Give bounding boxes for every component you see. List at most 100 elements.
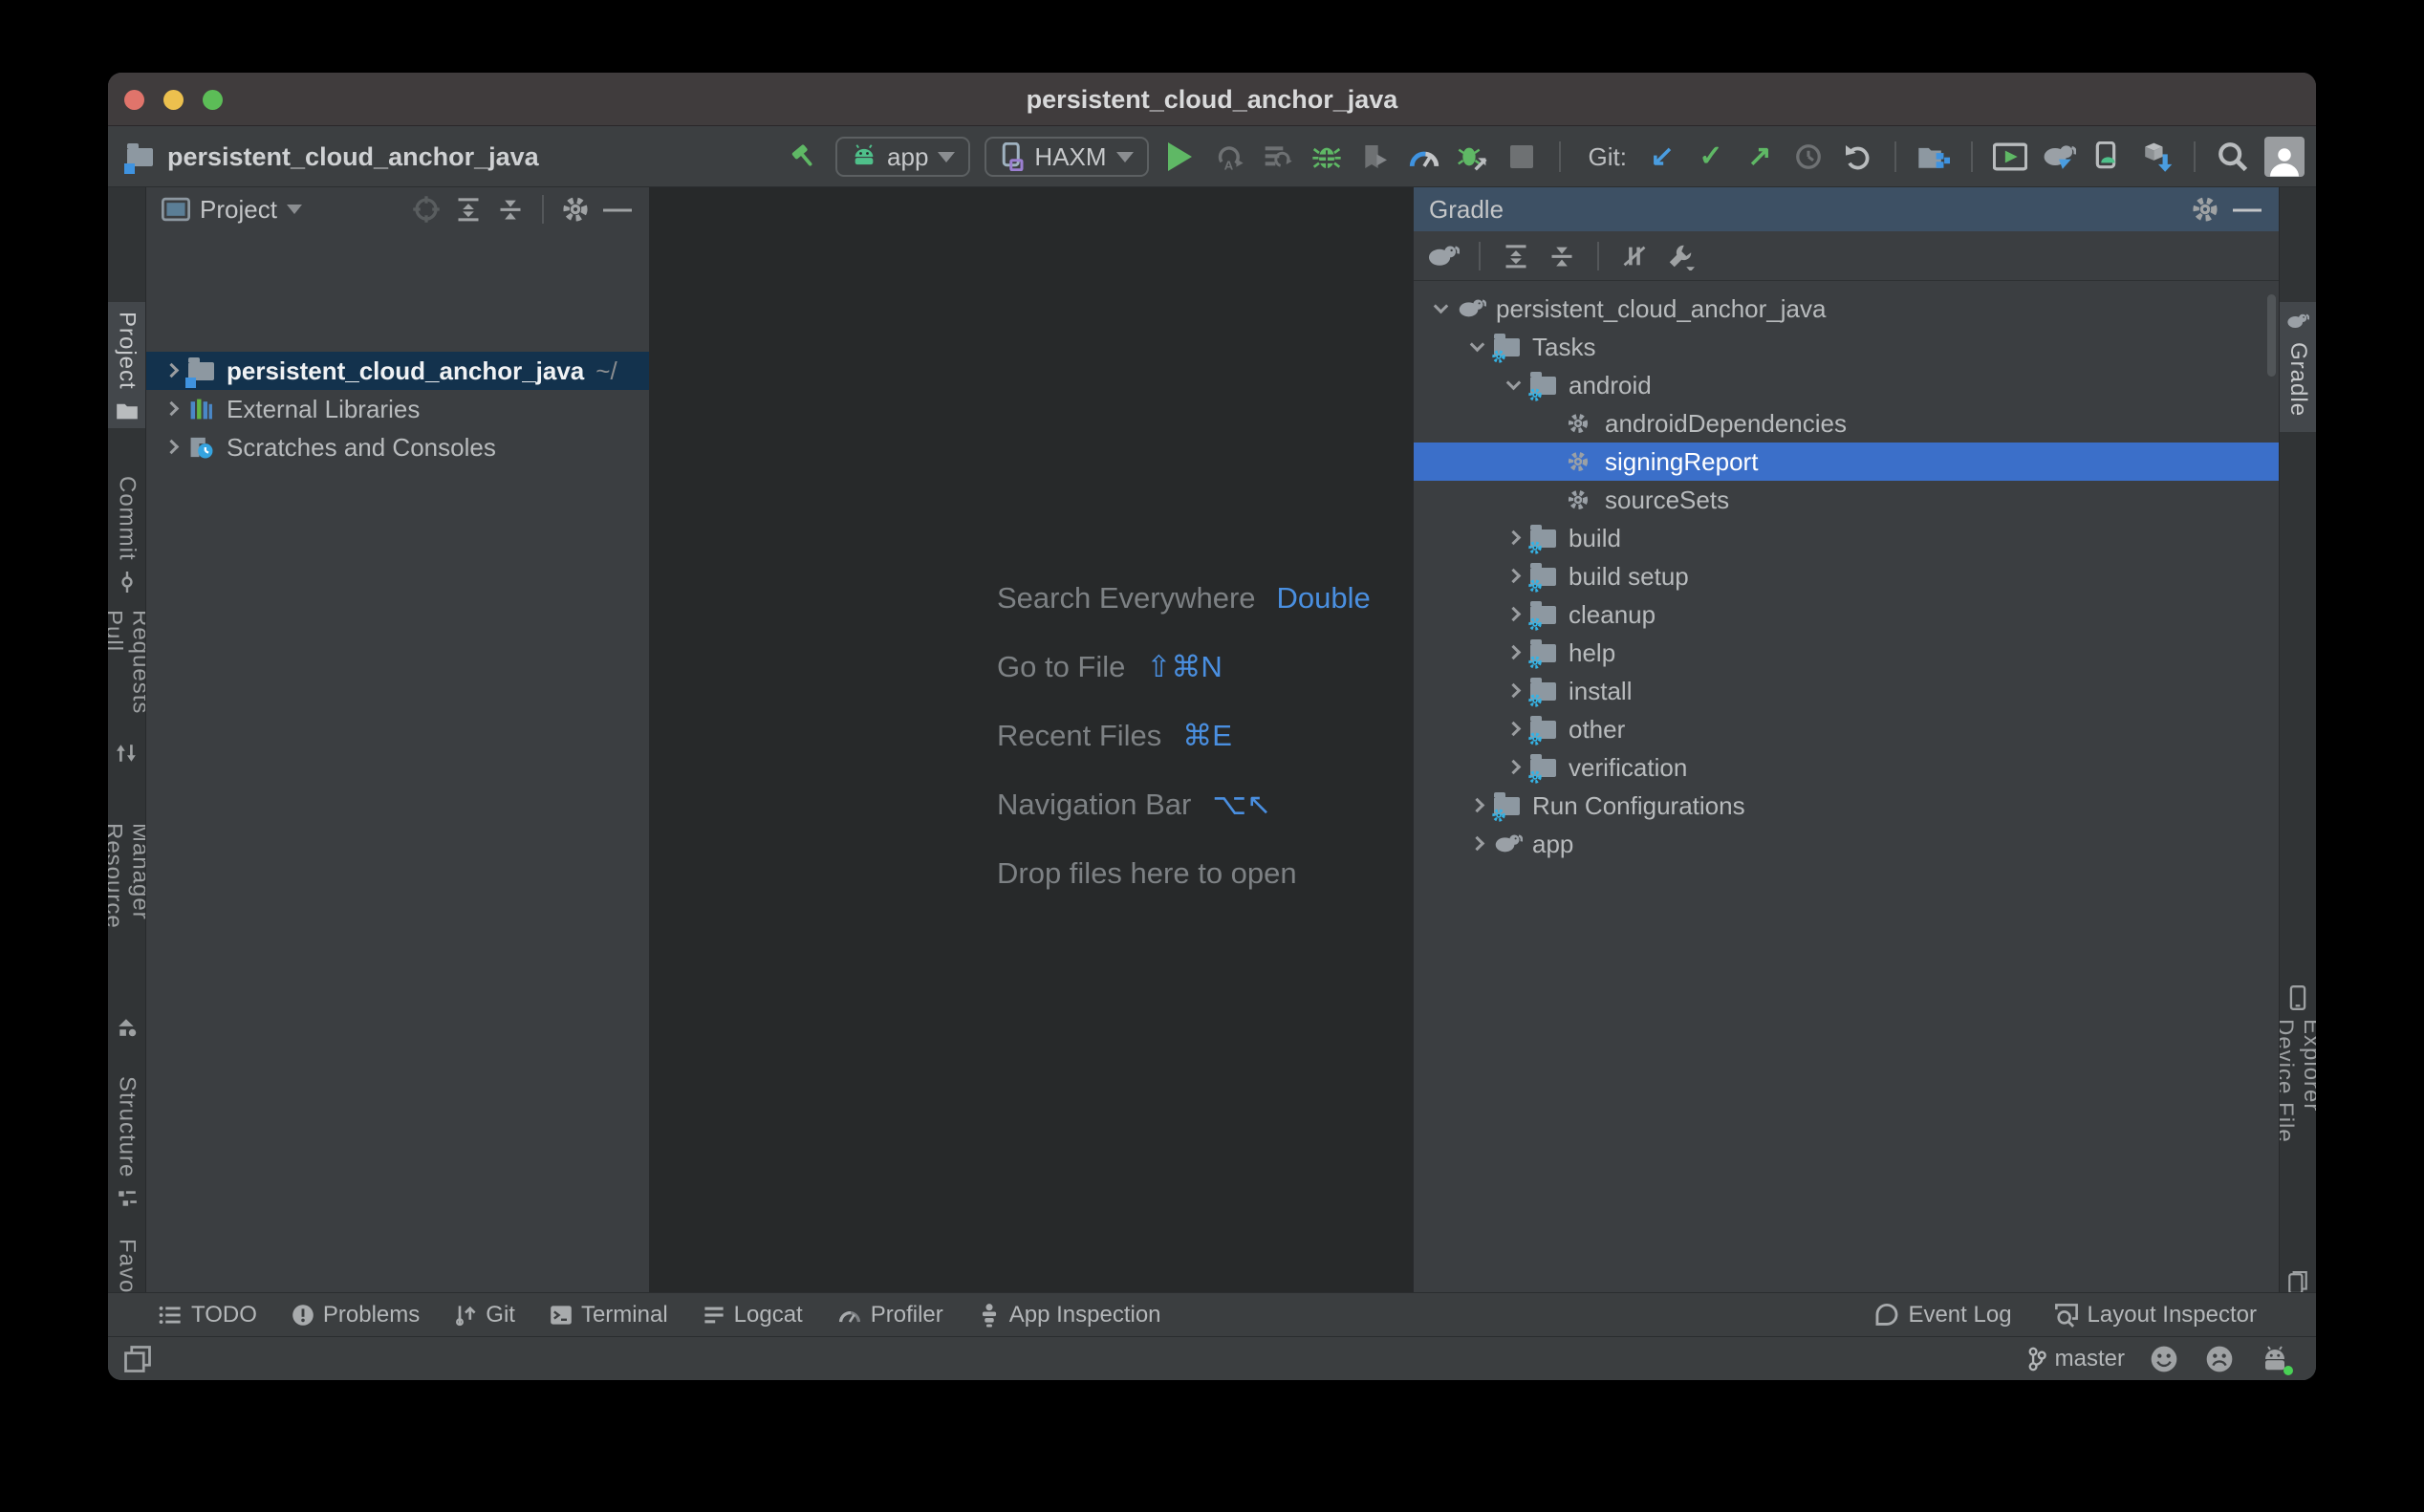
apply-changes-restart-icon[interactable]: A [1212,140,1246,174]
project-tree-item-External-Libraries[interactable]: External Libraries [146,390,649,428]
device-manager-icon[interactable] [1993,140,2027,174]
hide-panel-icon[interactable]: — [601,193,634,226]
gradle-refresh-icon[interactable] [1427,240,1460,272]
chevron-expanded-icon[interactable] [1433,298,1448,313]
expand-all-icon[interactable] [452,193,485,226]
sidebar-item-emulator[interactable]: Emulator [2280,1264,2316,1292]
toolwindow-toggle-icon[interactable] [121,1343,154,1375]
chevron-collapsed-icon[interactable] [163,362,179,378]
chevron-expanded-icon[interactable] [1505,375,1521,390]
toolwindow-button-layout-inspector[interactable]: Layout Inspector [2054,1302,2257,1328]
chevron-expanded-icon[interactable] [1469,336,1484,352]
toolwindow-button-label: App Inspection [1009,1302,1161,1328]
attach-debugger-icon[interactable] [1456,140,1490,174]
settings-gear-icon[interactable] [2189,193,2221,226]
gradle-tree-item-cleanup[interactable]: cleanup [1414,595,2279,634]
gradle-tree-item-signingReport[interactable]: signingReport [1414,443,2279,481]
emulator-status-icon[interactable] [2259,1343,2291,1375]
git-push-icon[interactable]: ↗ [1742,140,1777,174]
breadcrumb[interactable]: persistent_cloud_anchor_java [127,127,539,186]
sidebar-item-commit[interactable]: Commit [108,466,145,581]
gradle-settings-wrench-icon[interactable] [1664,240,1697,272]
git-rollback-icon[interactable] [1840,140,1874,174]
git-commit-icon[interactable]: ✓ [1694,140,1728,174]
toolwindow-button-todo[interactable]: TODO [158,1302,257,1328]
chevron-collapsed-icon[interactable] [1505,759,1521,774]
collapse-all-icon[interactable] [494,193,527,226]
avd-manager-icon[interactable] [2090,140,2125,174]
chevron-collapsed-icon[interactable] [1505,606,1521,621]
toolwindow-button-event-log[interactable]: Event Log [1874,1302,2011,1328]
sidebar-item-favorites[interactable]: Favorites [108,1229,145,1292]
toolwindow-button-terminal[interactable]: Terminal [550,1302,668,1328]
happy-feedback-icon[interactable] [2148,1343,2180,1375]
git-update-project-icon[interactable]: ↙ [1645,140,1679,174]
project-structure-icon[interactable] [1916,140,1951,174]
chevron-collapsed-icon[interactable] [1505,682,1521,698]
chevron-collapsed-icon[interactable] [1505,529,1521,545]
gradle-tree-item-persistent_cloud_anchor_java[interactable]: persistent_cloud_anchor_java [1414,290,2279,328]
sidebar-item-gradle[interactable]: Gradle [2280,302,2316,432]
project-panel-title[interactable]: Project [200,195,277,225]
chevron-collapsed-icon[interactable] [1505,721,1521,736]
gradle-tree-item-Tasks[interactable]: Tasks [1414,328,2279,366]
sidebar-item-structure[interactable]: Structure [108,1067,145,1208]
sidebar-item-device-file-explorer[interactable]: Device File Explorer [2280,979,2316,1181]
apply-code-changes-icon[interactable] [1261,140,1295,174]
expand-all-icon[interactable] [1500,240,1532,272]
debug-button[interactable] [1309,140,1344,174]
profiler-button[interactable] [1407,140,1441,174]
run-button[interactable] [1163,140,1198,174]
toolwindow-button-app-inspection[interactable]: App Inspection [978,1302,1161,1328]
chevron-collapsed-icon[interactable] [1469,835,1484,851]
profile-low-overhead-icon[interactable] [1358,140,1393,174]
gradle-tree-item-install[interactable]: install [1414,672,2279,710]
sidebar-item-pull-requests[interactable]: Pull Requests [108,600,145,765]
chevron-collapsed-icon[interactable] [1505,568,1521,583]
chevron-collapsed-icon[interactable] [1505,644,1521,659]
sidebar-item-project[interactable]: Project [108,302,145,428]
gradle-tree-item-help[interactable]: help [1414,634,2279,672]
gradle-tree-item-build[interactable]: build [1414,519,2279,557]
toolwindow-button-profiler[interactable]: Profiler [837,1302,943,1328]
build-hammer-icon[interactable] [787,140,821,174]
gradle-sync-icon[interactable] [2042,140,2076,174]
scrollbar-thumb[interactable] [2267,294,2276,377]
chevron-down-icon[interactable] [287,205,302,214]
toolbar-divider [1479,242,1481,270]
gradle-tree-item-androidDependencies[interactable]: androidDependencies [1414,404,2279,443]
settings-gear-icon[interactable] [559,193,592,226]
search-everywhere-icon[interactable] [2216,140,2250,174]
sidebar-item-resource-manager[interactable]: Resource Manager [108,813,145,1039]
chevron-collapsed-icon[interactable] [1469,797,1484,812]
toolwindow-button-logcat[interactable]: Logcat [703,1302,803,1328]
chevron-collapsed-icon[interactable] [163,439,179,454]
target-device-combo[interactable]: HAXM [985,137,1148,177]
toolwindow-button-problems[interactable]: Problems [292,1302,420,1328]
sdk-manager-icon[interactable] [2139,140,2174,174]
collapse-all-icon[interactable] [1546,240,1578,272]
hide-panel-icon[interactable]: — [2231,193,2263,226]
sad-feedback-icon[interactable] [2203,1343,2236,1375]
tree-item-label: persistent_cloud_anchor_java [227,356,584,386]
gradle-tree-item-build-setup[interactable]: build setup [1414,557,2279,595]
stop-button[interactable] [1504,140,1539,174]
project-tree-item-Scratches-and-Consoles[interactable]: Scratches and Consoles [146,428,649,466]
gradle-tree-item-sourceSets[interactable]: sourceSets [1414,481,2279,519]
gradle-tree-item-Run-Configurations[interactable]: Run Configurations [1414,787,2279,825]
user-avatar[interactable] [2264,137,2305,177]
gradle-tree-item-android[interactable]: android [1414,366,2279,404]
git-history-icon[interactable] [1791,140,1826,174]
toggle-offline-mode-icon[interactable] [1618,240,1651,272]
git-branch-widget[interactable]: master [2026,1346,2125,1372]
gradle-tree-item-other[interactable]: other [1414,710,2279,748]
run-configuration-combo[interactable]: app [835,137,970,177]
gradle-tree-item-verification[interactable]: verification [1414,748,2279,787]
git-icon [454,1303,477,1328]
locate-file-icon[interactable] [410,193,443,226]
chevron-collapsed-icon[interactable] [163,400,179,416]
gradle-tree-item-app[interactable]: app [1414,825,2279,863]
gradle-panel-title[interactable]: Gradle [1429,195,1504,225]
toolwindow-button-git[interactable]: Git [454,1302,515,1328]
project-tree-item-persistent_cloud_anchor_java[interactable]: persistent_cloud_anchor_java~/ [146,352,649,390]
